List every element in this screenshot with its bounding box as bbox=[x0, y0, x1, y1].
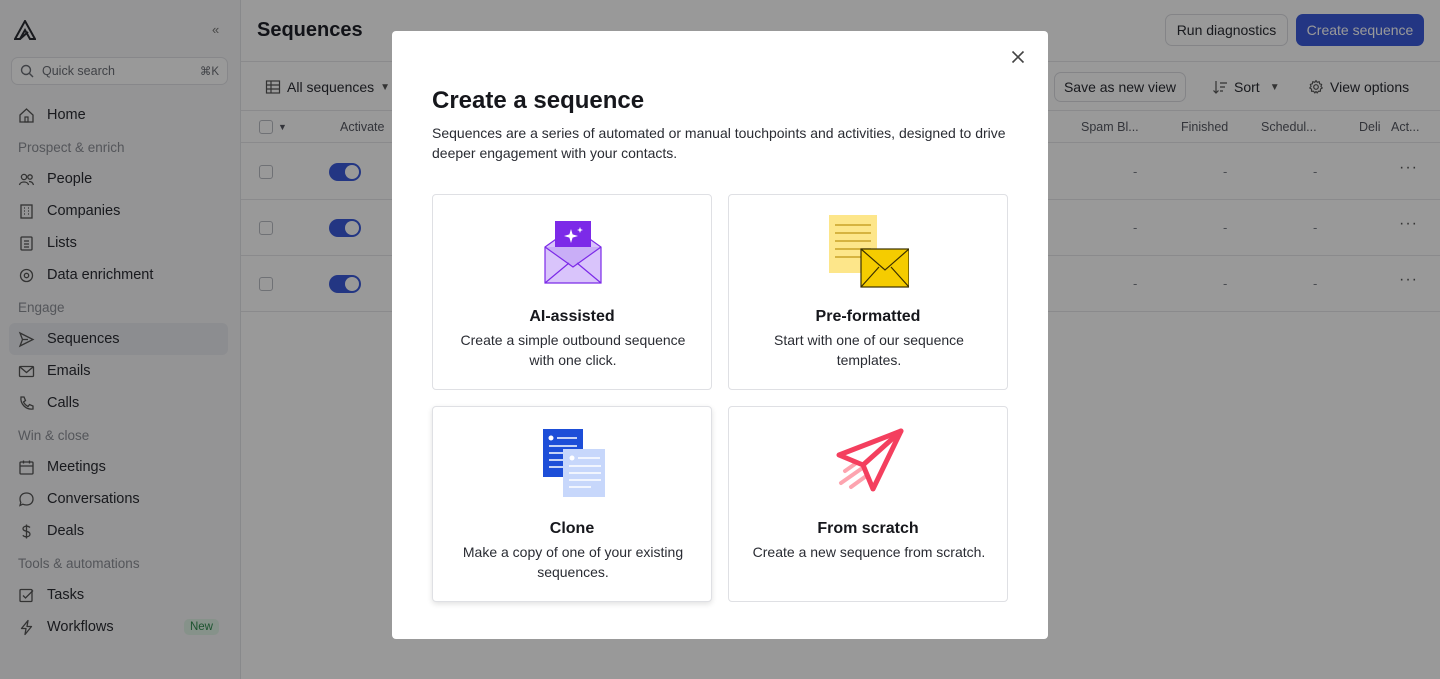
card-title: From scratch bbox=[817, 520, 919, 537]
clone-card[interactable]: Clone Make a copy of one of your existin… bbox=[432, 406, 712, 602]
pre-formatted-card[interactable]: Pre-formatted Start with one of our sequ… bbox=[728, 194, 1008, 390]
card-title: Pre-formatted bbox=[815, 308, 921, 325]
card-title: Clone bbox=[549, 520, 595, 537]
close-icon[interactable] bbox=[1009, 48, 1027, 66]
card-description: Create a simple outbound sequence with o… bbox=[460, 332, 686, 368]
paper-plane-icon bbox=[836, 428, 904, 492]
from-scratch-card[interactable]: From scratch Create a new sequence from … bbox=[728, 406, 1008, 602]
modal-description: Sequences are a series of automated or m… bbox=[432, 125, 1006, 161]
ai-envelope-icon bbox=[544, 221, 602, 284]
modal-title: Create a sequence bbox=[432, 87, 645, 114]
card-title: AI-assisted bbox=[529, 308, 615, 325]
template-envelope-icon bbox=[829, 215, 909, 288]
card-description: Create a new sequence from scratch. bbox=[752, 544, 986, 560]
create-sequence-modal: Create a sequence Sequences are a series… bbox=[392, 31, 1048, 639]
clone-documents-icon bbox=[543, 429, 605, 497]
ai-assisted-card[interactable]: AI-assisted Create a simple outbound seq… bbox=[432, 194, 712, 390]
card-description: Make a copy of one of your existing sequ… bbox=[462, 544, 684, 580]
card-description: Start with one of our sequence templates… bbox=[774, 332, 964, 368]
